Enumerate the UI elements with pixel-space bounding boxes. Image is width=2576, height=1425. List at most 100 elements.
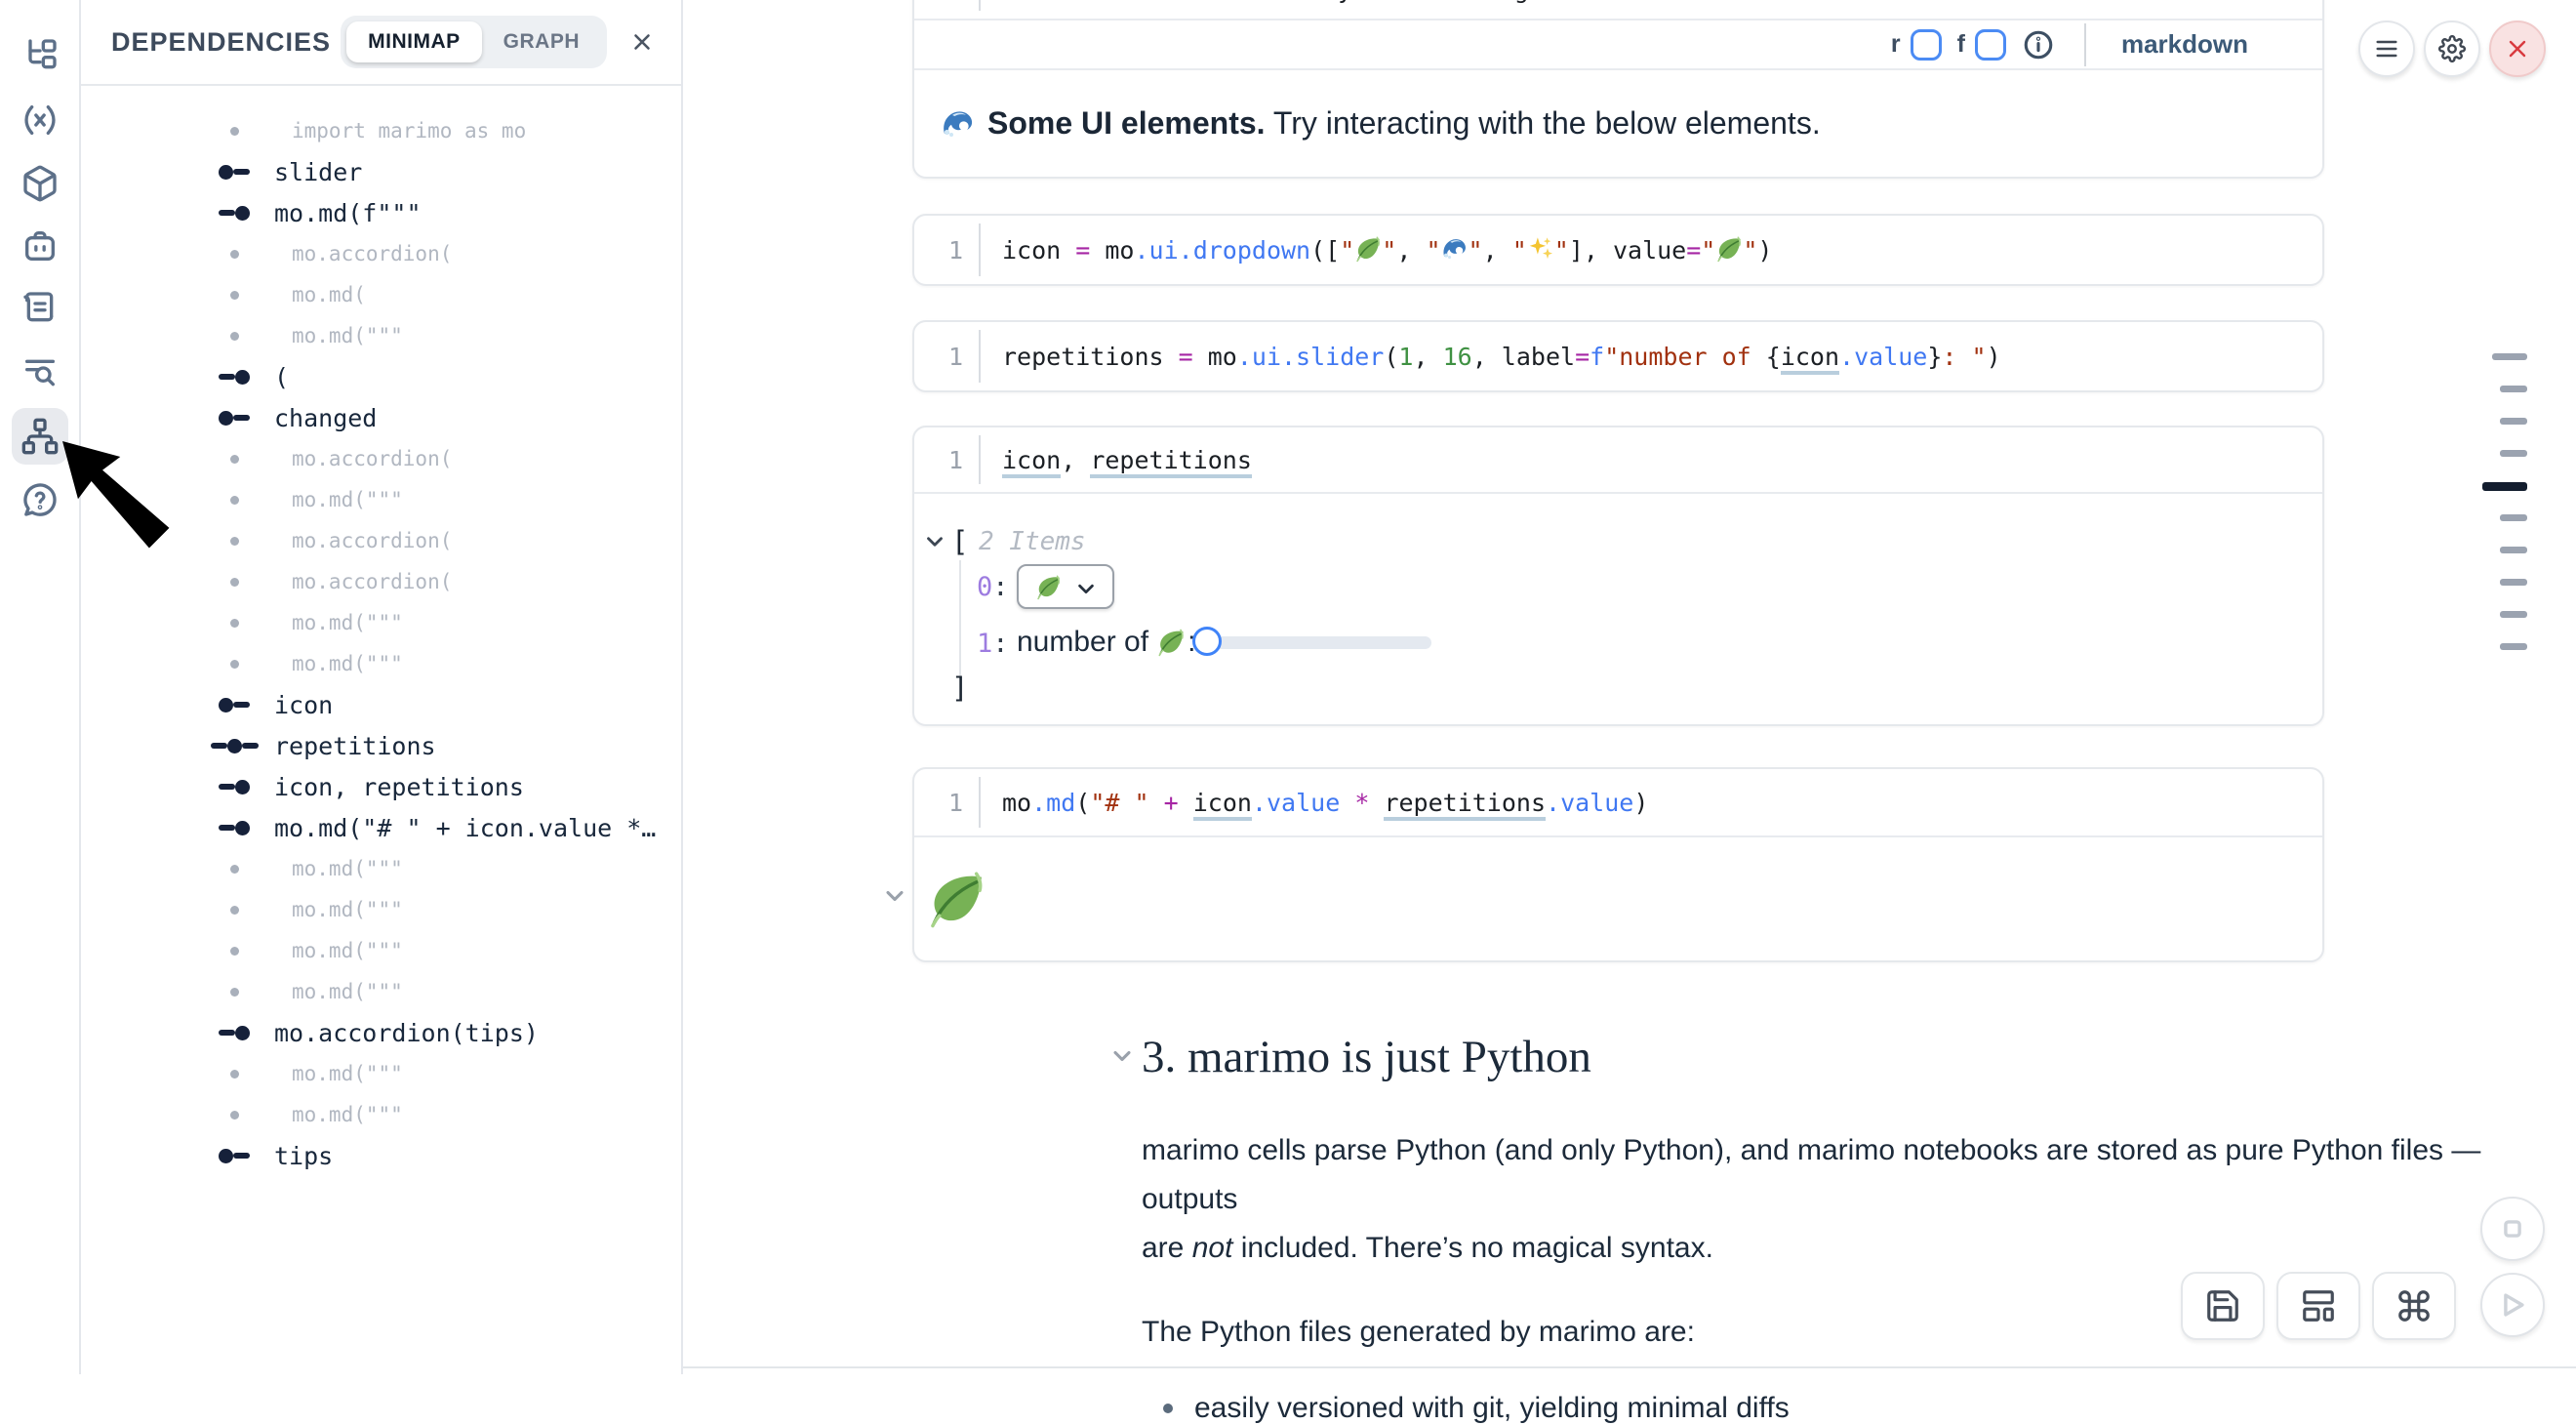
cell-mark[interactable] <box>2500 450 2527 457</box>
stop-icon <box>2496 1212 2529 1245</box>
package-icon[interactable] <box>12 155 68 212</box>
output-bold-text: Some UI elements. <box>987 105 1266 141</box>
minimap-item[interactable]: mo.md(""" <box>81 643 681 684</box>
minimap-item[interactable]: icon <box>81 684 681 725</box>
shortcuts-button[interactable] <box>2372 1272 2456 1340</box>
minimap-item-label: icon, repetitions <box>274 773 524 801</box>
tab-graph[interactable]: GRAPH <box>482 21 601 62</box>
minimap-item[interactable]: mo.md(""" <box>81 315 681 356</box>
tree-indent-guide <box>959 560 961 677</box>
shutdown-button[interactable] <box>2489 20 2546 77</box>
minimap-item[interactable]: mo.md(""" <box>81 930 681 971</box>
close-panel-button[interactable] <box>623 22 662 61</box>
tab-minimap[interactable]: MINIMAP <box>346 21 482 62</box>
minimap-item[interactable]: repetitions <box>81 725 681 766</box>
minimap-item-label: mo.md( <box>292 283 366 306</box>
slider-thumb[interactable] <box>1192 627 1222 656</box>
minimap-item-label: mo.md(""" <box>292 1103 403 1126</box>
minimap-item-label: changed <box>274 404 377 432</box>
minimap-item-label: mo.md(""" <box>292 1062 403 1085</box>
minimap-item[interactable]: import marimo as mo <box>81 110 681 151</box>
line-number: 1 <box>914 0 979 4</box>
dependencies-panel-header: DEPENDENCIES MINIMAP GRAPH <box>81 0 681 86</box>
minimap-item[interactable]: ( <box>81 356 681 397</box>
cell-mark[interactable] <box>2492 353 2527 360</box>
settings-button[interactable] <box>2424 20 2480 77</box>
wave-emoji <box>1002 0 1029 2</box>
raw-toggle-checkbox[interactable] <box>1911 29 1942 61</box>
slider-track[interactable] <box>1207 636 1431 649</box>
minimap-item-label: repetitions <box>274 732 436 760</box>
section-heading: 3. marimo is just Python <box>1142 1031 2576 1083</box>
minimap-item[interactable]: mo.accordion( <box>81 233 681 274</box>
stop-button[interactable] <box>2480 1197 2545 1261</box>
minimap-item[interactable]: mo.md(""" <box>81 889 681 930</box>
cell-mark[interactable] <box>2500 547 2527 553</box>
cell-output-tree: [ 2 Items 0: 1: number of : ] <box>914 494 2322 724</box>
code-editor[interactable]: 1 icon, repetitions <box>914 428 2322 494</box>
minimap-item-label: mo.md(""" <box>292 898 403 921</box>
cell-mark[interactable] <box>2500 386 2527 392</box>
dependency-graph-icon[interactable] <box>12 408 68 465</box>
leaf-emoji <box>1156 628 1186 657</box>
layout-button[interactable] <box>2276 1272 2360 1340</box>
menu-button[interactable] <box>2358 20 2415 77</box>
minimap-item[interactable]: mo.md(""" <box>81 971 681 1012</box>
play-icon <box>2496 1288 2529 1322</box>
view-toggle: MINIMAP GRAPH <box>341 16 607 68</box>
line-number: 1 <box>914 446 979 474</box>
icon-dropdown-control[interactable] <box>1017 564 1114 609</box>
notebook-area: 1 Some UI elements. Try interacting with… <box>683 0 2576 1374</box>
variables-icon[interactable] <box>12 92 68 148</box>
snippets-icon[interactable] <box>12 280 68 337</box>
cell-language-label[interactable]: markdown <box>2121 29 2248 60</box>
cell-mark[interactable] <box>2500 643 2527 650</box>
file-tree-icon[interactable] <box>12 27 68 84</box>
minimap-item[interactable]: mo.md(f""" <box>81 192 681 233</box>
cell-mark[interactable] <box>2500 611 2527 618</box>
minimap-item[interactable]: mo.md(""" <box>81 1053 681 1094</box>
minimap-item[interactable]: mo.md(""" <box>81 848 681 889</box>
code-editor[interactable]: 1 icon = mo.ui.dropdown(["", "", ""], va… <box>914 216 2322 284</box>
code-editor[interactable]: 1 repetitions = mo.ui.slider(1, 16, labe… <box>914 322 2322 390</box>
tree-collapse-icon[interactable] <box>922 529 947 554</box>
cell-position-minimap[interactable] <box>2482 353 2527 675</box>
minimap-item-label: mo.md(""" <box>292 488 403 511</box>
save-button[interactable] <box>2181 1272 2265 1340</box>
minimap-item[interactable]: icon, repetitions <box>81 766 681 807</box>
minimap-item[interactable]: mo.md(""" <box>81 1094 681 1135</box>
minimap-item[interactable]: mo.md(""" <box>81 602 681 643</box>
search-logs-icon[interactable] <box>12 345 68 401</box>
minimap-item[interactable]: slider <box>81 151 681 192</box>
cell-mark[interactable] <box>2500 579 2527 586</box>
cell-mark[interactable] <box>2500 418 2527 425</box>
raw-toggle-label: r <box>1891 30 1901 59</box>
info-icon[interactable] <box>2022 28 2055 61</box>
dependency-marker-icon <box>202 1026 266 1040</box>
minimap-item[interactable]: tips <box>81 1135 681 1176</box>
section-collapse-icon[interactable] <box>1108 1042 1136 1070</box>
minimap-item[interactable]: mo.md("# " + icon.value *… <box>81 807 681 848</box>
leaf-emoji <box>926 869 986 929</box>
minimap-item-label: ( <box>274 363 289 391</box>
format-toggle-checkbox[interactable] <box>1975 29 2006 61</box>
cell-dot-icon <box>202 660 266 669</box>
minimap-item[interactable]: changed <box>81 397 681 438</box>
minimap-item[interactable]: mo.accordion( <box>81 561 681 602</box>
run-all-button[interactable] <box>2480 1273 2545 1337</box>
active-cell-mark[interactable] <box>2482 482 2527 491</box>
cell-dot-icon <box>202 250 266 259</box>
code-editor[interactable]: 1 mo.md("# " + icon.value * repetitions.… <box>914 769 2322 837</box>
gear-icon <box>2438 35 2466 62</box>
cell-dot-icon <box>202 496 266 505</box>
minimap-item[interactable]: mo.md( <box>81 274 681 315</box>
help-icon[interactable] <box>12 471 68 528</box>
minimap-item-label: mo.accordion( <box>292 242 452 265</box>
code-editor[interactable]: 1 Some UI elements. Try interacting with… <box>914 0 2322 20</box>
code-line: repetitions = mo.ui.slider(1, 16, label=… <box>981 343 2001 371</box>
output-collapse-icon[interactable] <box>881 882 908 910</box>
cell-mark[interactable] <box>2500 514 2527 521</box>
ai-bot-icon[interactable] <box>12 218 68 274</box>
cell-repetitions-slider: 1 repetitions = mo.ui.slider(1, 16, labe… <box>912 320 2324 392</box>
minimap-item[interactable]: mo.accordion(tips) <box>81 1012 681 1053</box>
